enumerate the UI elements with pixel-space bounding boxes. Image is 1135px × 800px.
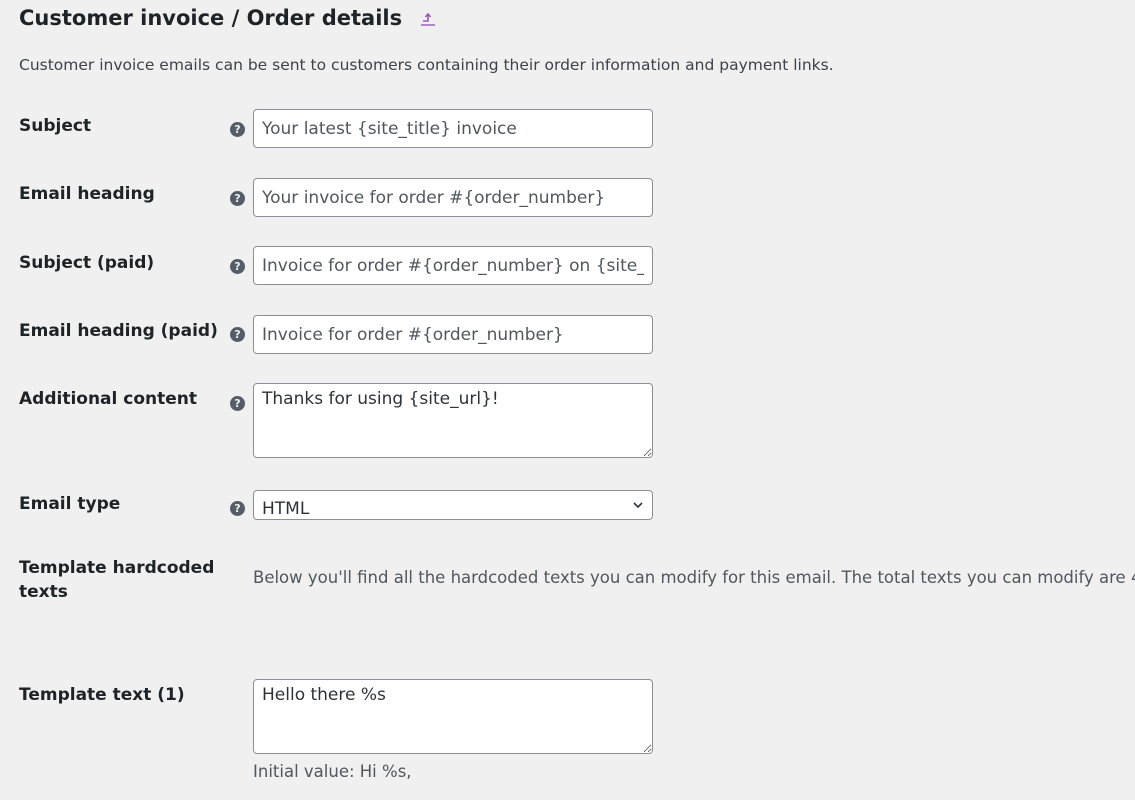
help-icon[interactable]: ? — [230, 191, 245, 206]
email-heading-label: Email heading — [19, 184, 155, 204]
subject-paid-input[interactable] — [253, 246, 653, 285]
email-heading-paid-label: Email heading (paid) — [19, 321, 218, 341]
page-title-text: Customer invoice / Order details — [19, 6, 403, 30]
additional-content-textarea[interactable]: Thanks for using {site_url}! — [253, 383, 653, 458]
template-hardcoded-label: Template hardcoded texts — [19, 558, 215, 602]
page-title: Customer invoice / Order details — [19, 4, 437, 32]
chevron-down-icon — [633, 502, 643, 509]
email-type-select[interactable]: HTML — [253, 490, 653, 520]
template-text-1-label: Template text (1) — [19, 685, 185, 705]
help-icon[interactable]: ? — [230, 501, 245, 516]
email-type-value: HTML — [262, 499, 310, 519]
subject-input[interactable] — [253, 109, 653, 148]
help-icon[interactable]: ? — [230, 396, 245, 411]
email-settings-page: Customer invoice / Order details Custome… — [0, 0, 1135, 800]
template-text-1-textarea[interactable]: Hello there %s — [253, 679, 653, 754]
template-hardcoded-info: Below you'll find all the hardcoded text… — [253, 568, 1135, 587]
template-text-1-initial-value: Initial value: Hi %s, — [253, 762, 412, 781]
help-icon[interactable]: ? — [230, 327, 245, 342]
help-icon[interactable]: ? — [230, 259, 245, 274]
email-heading-paid-input[interactable] — [253, 315, 653, 354]
page-description: Customer invoice emails can be sent to c… — [19, 56, 834, 74]
up-arrow-icon[interactable] — [419, 9, 437, 27]
email-heading-input[interactable] — [253, 178, 653, 217]
subject-paid-label: Subject (paid) — [19, 253, 155, 273]
additional-content-label: Additional content — [19, 389, 198, 409]
help-icon[interactable]: ? — [230, 122, 245, 137]
email-type-label: Email type — [19, 494, 121, 514]
subject-label: Subject — [19, 116, 92, 136]
